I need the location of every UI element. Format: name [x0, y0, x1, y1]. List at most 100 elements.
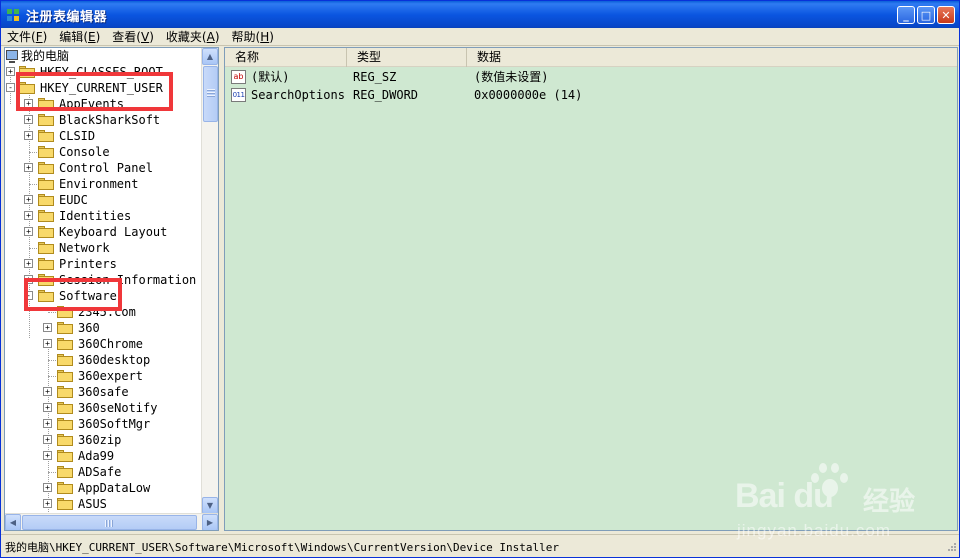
- folder-icon: [57, 466, 73, 478]
- tree-node-360[interactable]: +360: [5, 320, 202, 336]
- expand-plus-icon[interactable]: +: [24, 131, 33, 140]
- tree-node-control-panel[interactable]: + Control Panel: [5, 160, 202, 176]
- tree-node-ada99[interactable]: + Ada99: [5, 448, 202, 464]
- tree-node-label: Printers: [59, 257, 117, 271]
- expand-plus-icon[interactable]: +: [24, 259, 33, 268]
- window-title: 注册表编辑器: [26, 9, 108, 25]
- menu-help-label: 帮助: [231, 30, 256, 44]
- watermark-service: 经验: [863, 487, 916, 517]
- scroll-down-arrow-icon[interactable]: ▼: [202, 497, 218, 514]
- tree-node-keyboard-layout[interactable]: + Keyboard Layout: [5, 224, 202, 240]
- folder-icon: [57, 370, 73, 382]
- tree-node-console[interactable]: Console: [5, 144, 202, 160]
- expand-plus-icon[interactable]: +: [43, 483, 52, 492]
- tree-node-360desktop[interactable]: 360desktop: [5, 352, 202, 368]
- menu-help[interactable]: 帮助(H): [226, 28, 280, 45]
- tree-node-appdatalow[interactable]: + AppDataLow: [5, 480, 202, 496]
- column-header-name[interactable]: 名称: [225, 48, 347, 67]
- string-value-icon: ab: [231, 70, 246, 84]
- folder-icon: [38, 178, 54, 190]
- value-data: (数值未设置): [474, 70, 549, 84]
- tree-node-360chrome[interactable]: +360Chrome: [5, 336, 202, 352]
- tree-connector: [29, 248, 37, 249]
- tree-hscroll-thumb[interactable]: [22, 515, 197, 530]
- tree-node-label: Network: [59, 241, 110, 255]
- tree-node-360expert[interactable]: 360expert: [5, 368, 202, 384]
- column-header-type[interactable]: 类型: [347, 48, 467, 67]
- minimize-button[interactable]: _: [897, 6, 915, 24]
- tree-node-label: CLSID: [59, 129, 96, 143]
- value-list-pane[interactable]: 名称 类型 数据 ab (默认) REG_SZ (数值未设置) 011 Sear…: [224, 47, 958, 531]
- menu-view-label: 查看: [112, 30, 137, 44]
- menu-favorites-label: 收藏夹: [165, 30, 202, 44]
- tree-node-blacksharksoft[interactable]: + BlackSharkSoft: [5, 112, 202, 128]
- tree-vscroll-thumb[interactable]: [203, 66, 218, 122]
- tree-horizontal-scrollbar[interactable]: ◀ ▶: [5, 513, 218, 530]
- menu-view[interactable]: 查看(V): [106, 28, 160, 45]
- collapse-minus-icon[interactable]: -: [6, 83, 15, 92]
- expand-plus-icon[interactable]: +: [24, 115, 33, 124]
- expand-plus-icon[interactable]: +: [24, 195, 33, 204]
- tree-node-label: ADSafe: [78, 465, 122, 479]
- expand-plus-icon[interactable]: +: [43, 323, 52, 332]
- menu-file[interactable]: 文件(F): [1, 28, 53, 45]
- scroll-right-arrow-icon[interactable]: ▶: [202, 514, 218, 530]
- value-row[interactable]: 011 SearchOptions REG_DWORD 0x0000000e (…: [225, 86, 957, 104]
- tree-node-label: 360zip: [78, 433, 122, 447]
- tree-vertical-scrollbar[interactable]: ▲ ▼: [201, 48, 218, 514]
- tree-node-label: Identities: [59, 209, 132, 223]
- value-row[interactable]: ab (默认) REG_SZ (数值未设置): [225, 68, 957, 86]
- expand-plus-icon[interactable]: +: [43, 435, 52, 444]
- watermark-brand: Bai du: [735, 477, 834, 515]
- expand-plus-icon[interactable]: +: [43, 403, 52, 412]
- close-button[interactable]: ✕: [937, 6, 955, 24]
- tree-node-environment[interactable]: Environment: [5, 176, 202, 192]
- tree-node-network[interactable]: Network: [5, 240, 202, 256]
- regedit-app-icon[interactable]: [6, 8, 20, 22]
- grip-line: [105, 520, 106, 527]
- list-header: 名称 类型 数据: [225, 48, 957, 67]
- expand-plus-icon[interactable]: +: [6, 67, 15, 76]
- column-header-data[interactable]: 数据: [467, 48, 957, 67]
- folder-icon: [38, 258, 54, 270]
- expand-plus-icon[interactable]: +: [43, 499, 52, 508]
- tree-node-adsafe[interactable]: ADSafe: [5, 464, 202, 480]
- menu-edit[interactable]: 编辑(E): [53, 28, 106, 45]
- expand-plus-icon[interactable]: +: [24, 227, 33, 236]
- value-type: REG_SZ: [353, 70, 397, 84]
- highlight-box-hkcu: [16, 72, 173, 111]
- tree-node-360senotify[interactable]: +360seNotify: [5, 400, 202, 416]
- expand-plus-icon[interactable]: +: [43, 451, 52, 460]
- tree-node-clsid[interactable]: + CLSID: [5, 128, 202, 144]
- tree-root-my-computer[interactable]: 我的电脑: [5, 48, 202, 64]
- tree-node-label: Environment: [59, 177, 139, 191]
- expand-plus-icon[interactable]: +: [24, 211, 33, 220]
- title-bar[interactable]: 注册表编辑器 _ □ ✕: [1, 1, 959, 29]
- tree-node-eudc[interactable]: + EUDC: [5, 192, 202, 208]
- tree-node-identities[interactable]: + Identities: [5, 208, 202, 224]
- expand-plus-icon[interactable]: +: [24, 163, 33, 172]
- tree-node-printers[interactable]: + Printers: [5, 256, 202, 272]
- expand-plus-icon[interactable]: +: [43, 339, 52, 348]
- tree-node-label: 360: [78, 321, 100, 335]
- tree-node-360zip[interactable]: +360zip: [5, 432, 202, 448]
- menu-favorites[interactable]: 收藏夹(A): [160, 28, 226, 45]
- scroll-left-arrow-icon[interactable]: ◀: [5, 514, 21, 530]
- scroll-up-arrow-icon[interactable]: ▲: [202, 48, 218, 65]
- tree-node-360safe[interactable]: +360safe: [5, 384, 202, 400]
- menu-favorites-accel: A: [206, 30, 215, 44]
- value-name: (默认): [251, 70, 290, 84]
- tree-node-360softmgr[interactable]: +360SoftMgr: [5, 416, 202, 432]
- tree-node-label: 360desktop: [78, 353, 151, 367]
- tree-node-asus[interactable]: + ASUS: [5, 496, 202, 512]
- maximize-button[interactable]: □: [917, 6, 935, 24]
- folder-icon: [38, 194, 54, 206]
- dword-value-icon: 011: [231, 88, 246, 102]
- grip-line: [207, 95, 215, 96]
- highlight-box-software: [24, 278, 122, 311]
- tree-node-label: Console: [59, 145, 110, 159]
- tree-connector: [48, 312, 56, 313]
- expand-plus-icon[interactable]: +: [43, 387, 52, 396]
- expand-plus-icon[interactable]: +: [43, 419, 52, 428]
- tree-root-label: 我的电脑: [21, 49, 70, 63]
